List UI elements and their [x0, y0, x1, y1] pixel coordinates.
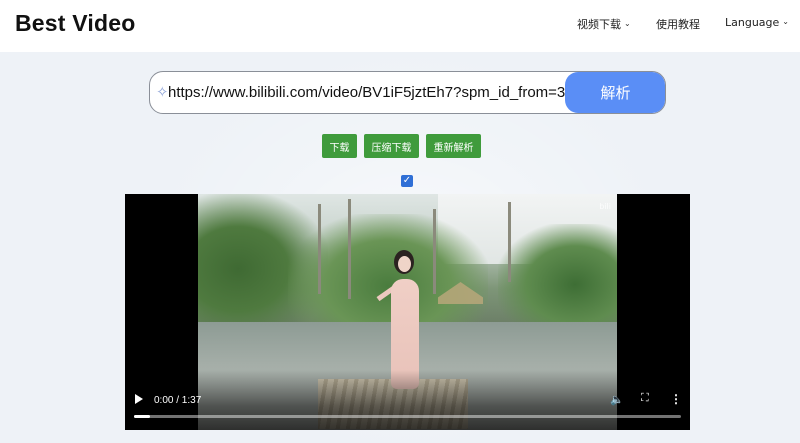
nav-language-label: Language	[725, 16, 780, 29]
more-options-icon[interactable]: ⋮	[670, 392, 682, 406]
nav-tutorial-label: 使用教程	[656, 18, 700, 31]
compress-download-button[interactable]: 压缩下载	[364, 134, 419, 158]
video-player[interactable]: bili 0:00 / 1:37 🔈 ⛶ ⋮	[125, 194, 690, 430]
nav-language[interactable]: Language ⌄	[725, 16, 789, 29]
top-header: Best Video 视频下载 ⌄ 使用教程 Language ⌄	[0, 0, 800, 52]
reparse-button[interactable]: 重新解析	[426, 134, 481, 158]
video-person-face	[398, 256, 411, 272]
url-input-container: ✧ https://www.bilibili.com/video/BV1iF5j…	[149, 71, 666, 114]
time-display: 0:00 / 1:37	[154, 395, 202, 406]
download-button[interactable]: 下载	[322, 134, 357, 158]
nav-tutorial[interactable]: 使用教程	[656, 16, 700, 32]
video-palm	[318, 204, 321, 294]
play-icon[interactable]	[135, 394, 143, 404]
video-palm	[433, 209, 436, 294]
parse-button[interactable]: 解析	[565, 72, 665, 113]
video-palm	[348, 199, 351, 299]
video-watermark: bili	[599, 202, 611, 211]
controls-overlay	[125, 370, 690, 430]
progress-track[interactable]	[134, 415, 681, 418]
fullscreen-icon[interactable]: ⛶	[641, 392, 649, 405]
progress-fill	[134, 415, 150, 418]
video-trees-right	[498, 224, 617, 334]
url-input[interactable]: https://www.bilibili.com/video/BV1iF5jzt…	[168, 72, 566, 113]
chevron-down-icon: ⌄	[624, 18, 631, 28]
select-checkbox[interactable]: ✓	[401, 175, 413, 187]
volume-icon[interactable]: 🔈	[610, 393, 624, 406]
site-logo[interactable]: Best Video	[15, 10, 135, 37]
nav-video-download[interactable]: 视频下载 ⌄	[577, 16, 631, 32]
video-palm	[508, 202, 511, 282]
chevron-down-icon: ⌄	[782, 17, 789, 26]
checkmark-icon: ✓	[402, 175, 412, 186]
nav-video-download-label: 视频下载	[577, 18, 621, 31]
